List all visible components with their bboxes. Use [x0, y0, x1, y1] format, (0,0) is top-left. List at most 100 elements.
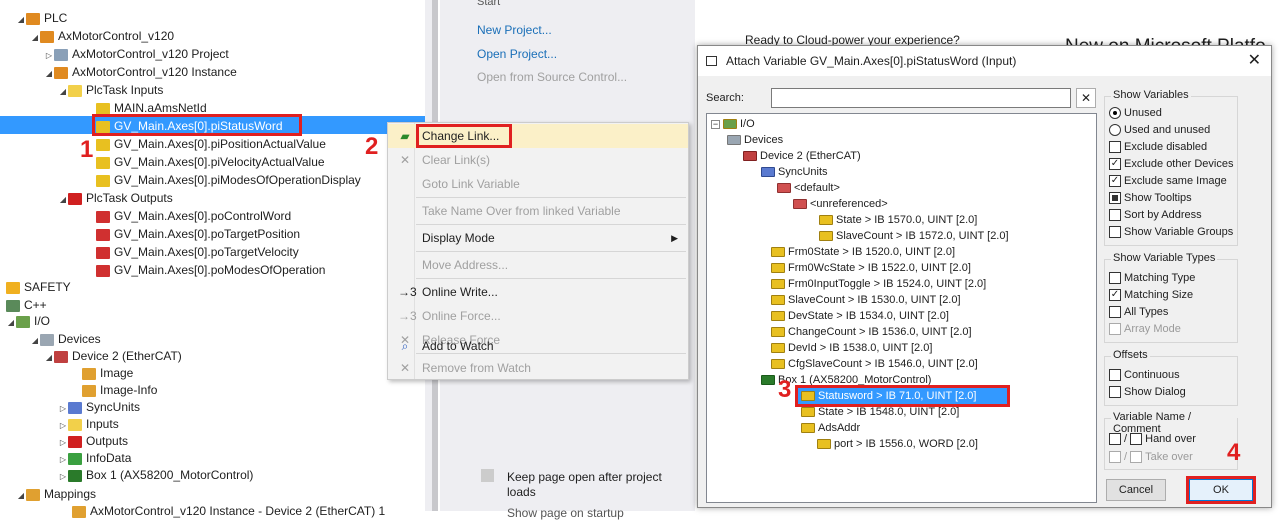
submenu-arrow-icon: ▶ — [671, 233, 678, 243]
tree-node-image-info[interactable]: Image-Info — [82, 381, 157, 399]
devices-icon — [727, 135, 741, 146]
vtree-var[interactable]: DevId > IB 1538.0, UINT [2.0] — [771, 340, 932, 356]
menu-display-mode[interactable]: Display Mode ▶ — [388, 226, 688, 250]
tree-node-plc[interactable]: ◢ PLC — [16, 9, 67, 27]
tree-node-inputs[interactable]: ▷ Inputs — [58, 415, 119, 433]
tree-node-mappings[interactable]: ◢ Mappings — [16, 485, 96, 503]
tree-node-image[interactable]: Image — [82, 364, 133, 382]
collapse-box-icon[interactable]: − — [711, 120, 720, 129]
vtree-devices[interactable]: Devices — [727, 132, 783, 148]
tree-node-safety[interactable]: SAFETY — [6, 278, 71, 296]
io-icon — [16, 315, 30, 328]
vtree-syncunits[interactable]: SyncUnits — [761, 164, 828, 180]
input-var-icon — [819, 215, 833, 226]
tree-node-devices[interactable]: ◢ Devices — [30, 330, 101, 348]
open-source-control-link: Open from Source Control... — [477, 70, 628, 84]
tree-node-instance[interactable]: ◢ AxMotorControl_v120 Instance — [44, 63, 237, 81]
expand-icon[interactable]: ◢ — [16, 487, 26, 505]
tree-node-input[interactable]: GV_Main.Axes[0].piVelocityActualValue — [96, 153, 325, 171]
output-var-icon — [96, 264, 110, 277]
tree-node-input[interactable]: GV_Main.Axes[0].piPositionActualValue — [96, 135, 326, 153]
expand-icon[interactable]: ◢ — [58, 191, 68, 209]
vtree-state[interactable]: State > IB 1548.0, UINT [2.0] — [801, 404, 959, 420]
expand-icon[interactable]: ◢ — [6, 314, 16, 332]
offsets-group: Offsets Continuous Show Dialog — [1104, 349, 1238, 406]
option-matching-size[interactable]: ✓ Matching Size — [1109, 287, 1193, 303]
option-used-and-unused[interactable]: Used and unused — [1109, 122, 1210, 138]
devices-icon — [40, 333, 54, 346]
vtree-io[interactable]: − I/O — [711, 116, 755, 132]
tree-node-project-sub[interactable]: ▷ AxMotorControl_v120 Project — [44, 45, 229, 63]
tree-node-box1[interactable]: ▷ Box 1 (AX58200_MotorControl) — [58, 466, 254, 486]
expand-icon[interactable]: ◢ — [30, 332, 40, 350]
vtree-var[interactable]: SlaveCount > IB 1530.0, UINT [2.0] — [771, 292, 961, 308]
vtree-var[interactable]: SlaveCount > IB 1572.0, UINT [2.0] — [819, 228, 1009, 244]
menu-online-write[interactable]: →3 Online Write... — [388, 280, 688, 304]
tree-node-mapping-item[interactable]: AxMotorControl_v120 Instance - Device 2 … — [72, 502, 385, 520]
option-exclude-same-image[interactable]: ✓ Exclude same Image — [1109, 173, 1227, 189]
cancel-button[interactable]: Cancel — [1106, 479, 1166, 501]
close-icon[interactable]: ✕ — [1248, 46, 1261, 76]
tree-node-input[interactable]: GV_Main.Axes[0].piModesOfOperationDispla… — [96, 171, 361, 189]
vtree-var[interactable]: Frm0InputToggle > IB 1524.0, UINT [2.0] — [771, 276, 986, 292]
tree-node-output[interactable]: GV_Main.Axes[0].poTargetVelocity — [96, 243, 299, 261]
option-continuous[interactable]: Continuous — [1109, 367, 1180, 383]
new-project-link[interactable]: New Project... — [477, 23, 552, 37]
expand-icon[interactable]: ◢ — [44, 349, 54, 367]
dialog-title: Attach Variable GV_Main.Axes[0].piStatus… — [726, 54, 1017, 68]
checkbox-disabled-icon — [1130, 451, 1143, 464]
vtree-default[interactable]: <default> — [777, 180, 840, 196]
vtree-var[interactable]: CfgSlaveCount > IB 1546.0, UINT [2.0] — [771, 356, 978, 372]
vtree-var[interactable]: State > IB 1570.0, UINT [2.0] — [819, 212, 977, 228]
clear-search-button[interactable]: ✕ — [1076, 88, 1096, 108]
vtree-var[interactable]: Frm0State > IB 1520.0, UINT [2.0] — [771, 244, 955, 260]
vtree-device2[interactable]: Device 2 (EtherCAT) — [743, 148, 861, 164]
open-project-link[interactable]: Open Project... — [477, 47, 557, 61]
option-unused[interactable]: Unused — [1109, 105, 1162, 121]
menu-add-to-watch[interactable]: ⌕ Add to Watch — [388, 334, 688, 358]
tree-node-syncunits[interactable]: ▷ SyncUnits — [58, 398, 140, 416]
annotation-number-3: 3 — [778, 376, 792, 403]
option-all-types[interactable]: All Types — [1109, 304, 1168, 320]
radio-checked-icon — [1109, 107, 1121, 120]
tree-node-output[interactable]: GV_Main.Axes[0].poModesOfOperation — [96, 261, 325, 279]
tree-node-device2[interactable]: ◢ Device 2 (EtherCAT) — [44, 347, 182, 365]
option-show-variable-groups[interactable]: Show Variable Groups — [1109, 224, 1233, 240]
output-var-icon — [96, 210, 110, 223]
option-sort-by-address[interactable]: Sort by Address — [1109, 207, 1202, 223]
vtree-adsaddr[interactable]: AdsAddr — [801, 420, 860, 436]
collapse-icon[interactable]: ▷ — [58, 468, 68, 486]
option-show-tooltips[interactable]: Show Tooltips — [1109, 190, 1192, 206]
vtree-unreferenced[interactable]: <unreferenced> — [793, 196, 888, 212]
tree-node-io[interactable]: ◢ I/O — [6, 312, 50, 330]
attach-variable-dialog: Attach Variable GV_Main.Axes[0].piStatus… — [697, 45, 1272, 508]
option-matching-type[interactable]: Matching Type — [1109, 270, 1195, 286]
checkbox-icon — [1109, 141, 1121, 154]
expand-icon[interactable]: ◢ — [16, 11, 26, 29]
tree-node-outputs[interactable]: ▷ Outputs — [58, 432, 128, 450]
vtree-var[interactable]: DevState > IB 1534.0, UINT [2.0] — [771, 308, 949, 324]
input-var-icon — [771, 247, 785, 258]
tree-node-inputs-group[interactable]: ◢ PlcTask Inputs — [58, 81, 163, 99]
option-exclude-disabled[interactable]: Exclude disabled — [1109, 139, 1207, 155]
search-input[interactable] — [771, 88, 1071, 108]
option-exclude-other-devices[interactable]: ✓ Exclude other Devices — [1109, 156, 1233, 172]
input-var-icon — [771, 295, 785, 306]
vtree-port[interactable]: port > IB 1556.0, WORD [2.0] — [817, 436, 978, 452]
tree-node-output[interactable]: GV_Main.Axes[0].poTargetPosition — [96, 225, 300, 243]
annotation-box-4 — [1186, 476, 1256, 504]
expand-icon[interactable]: ◢ — [30, 29, 40, 47]
checkbox-icon — [1109, 369, 1121, 382]
tree-node-outputs-group[interactable]: ◢ PlcTask Outputs — [58, 189, 173, 207]
expand-icon[interactable]: ◢ — [44, 65, 54, 83]
tree-node-output[interactable]: GV_Main.Axes[0].poControlWord — [96, 207, 291, 225]
tree-node-project[interactable]: ◢ AxMotorControl_v120 — [30, 27, 174, 45]
keep-open-checkbox[interactable] — [481, 469, 494, 482]
expand-icon[interactable]: ◢ — [58, 83, 68, 101]
vtree-var[interactable]: Frm0WcState > IB 1522.0, UINT [2.0] — [771, 260, 971, 276]
vtree-var[interactable]: ChangeCount > IB 1536.0, UINT [2.0] — [771, 324, 972, 340]
link-icon: ▰ — [400, 129, 410, 143]
option-show-dialog[interactable]: Show Dialog — [1109, 384, 1186, 400]
option-hand-over[interactable]: / Hand over — [1109, 431, 1196, 447]
tree-node-infodata[interactable]: ▷ InfoData — [58, 449, 131, 467]
